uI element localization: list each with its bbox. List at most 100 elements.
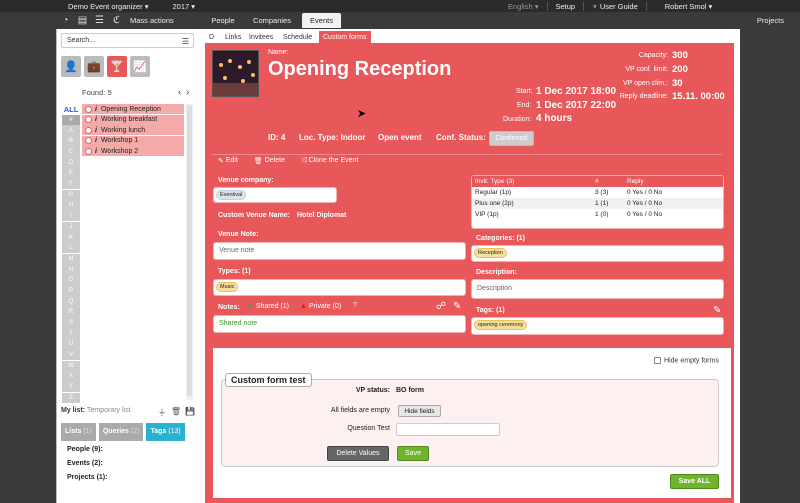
year-menu[interactable]: 2017 ▾ bbox=[164, 2, 203, 11]
sidebar-scrollbar[interactable] bbox=[186, 104, 193, 400]
list-item[interactable]: i Workshop 2 bbox=[82, 146, 184, 156]
delete-values-button[interactable]: Delete Values bbox=[327, 446, 389, 461]
letter-i[interactable]: I bbox=[62, 210, 80, 222]
hide-fields-button[interactable]: Hide fields bbox=[398, 405, 441, 417]
table-row[interactable]: Regular (1p) 3 (3) 0 Yes / 0 No bbox=[472, 187, 723, 198]
subtab-links[interactable]: Links bbox=[225, 31, 241, 43]
people-count[interactable]: People (9): bbox=[67, 446, 189, 453]
letter-t[interactable]: T bbox=[62, 328, 80, 339]
pie-chart-icon[interactable]: ◔ bbox=[60, 15, 71, 26]
hide-empty-forms-toggle[interactable]: Hide empty forms bbox=[654, 357, 719, 364]
tag-pill[interactable]: opening ceremony bbox=[474, 320, 528, 330]
letter-j[interactable]: J bbox=[62, 221, 80, 233]
subtab-invitees[interactable]: Invitees bbox=[249, 31, 273, 43]
venue-note-field[interactable]: Venue note bbox=[213, 242, 466, 260]
category-tag[interactable]: Reception bbox=[474, 248, 507, 258]
edit-tags-icon[interactable]: ✎ bbox=[713, 305, 721, 316]
projects-count[interactable]: Projects (1): bbox=[67, 474, 189, 481]
shared-notes-tab[interactable]: ▲ Shared (1) bbox=[247, 303, 289, 310]
letter-x[interactable]: X bbox=[62, 371, 80, 382]
save-icon[interactable]: 💾 bbox=[185, 407, 195, 416]
subtab-d[interactable]: D bbox=[209, 31, 214, 43]
events-filter-icon[interactable]: 🍸 bbox=[107, 56, 127, 77]
letter-b[interactable]: B bbox=[62, 136, 80, 147]
letter-l[interactable]: L bbox=[62, 242, 80, 254]
list-settings-icon[interactable]: ☰ bbox=[94, 15, 105, 26]
letter-k[interactable]: K bbox=[62, 232, 80, 243]
table-row[interactable]: Plus one (2p) 1 (1) 0 Yes / 0 No bbox=[472, 198, 723, 209]
search-input[interactable]: Search... ☰ bbox=[61, 33, 194, 48]
letter-n[interactable]: N bbox=[62, 264, 80, 275]
filter-icon[interactable]: ⏚ bbox=[158, 407, 166, 418]
letter-y[interactable]: Y bbox=[62, 381, 80, 393]
list-item[interactable]: i Workshop 1 bbox=[82, 135, 184, 146]
list-item[interactable]: i Opening Reception bbox=[82, 104, 184, 114]
tab-queries[interactable]: Queries (2) bbox=[98, 423, 144, 441]
list-item[interactable]: i Working lunch bbox=[82, 125, 184, 135]
conf-status-badge[interactable]: Confirmed bbox=[489, 131, 534, 146]
letter-v[interactable]: V bbox=[62, 349, 80, 361]
edit-button[interactable]: ✎ Edit bbox=[218, 157, 238, 165]
letter-u[interactable]: U bbox=[62, 339, 80, 350]
app-name-menu[interactable]: Demo Event organizer ▾ bbox=[60, 2, 156, 11]
letter-f[interactable]: F bbox=[62, 178, 80, 190]
types-field[interactable]: Music bbox=[213, 279, 466, 296]
letter-c[interactable]: C bbox=[62, 146, 80, 158]
prev-arrow-icon[interactable]: ‹ bbox=[178, 87, 181, 98]
letter-d[interactable]: D bbox=[62, 157, 80, 168]
tab-events[interactable]: Events bbox=[302, 13, 341, 28]
list-item[interactable]: i Working breakfast bbox=[82, 114, 184, 125]
table-row[interactable]: VIP (1p) 1 (0) 0 Yes / 0 No bbox=[472, 209, 723, 220]
letter-r[interactable]: R bbox=[62, 307, 80, 318]
companies-filter-icon[interactable]: 💼 bbox=[84, 56, 104, 77]
private-notes-tab[interactable]: ▲ Private (0) bbox=[300, 303, 341, 310]
stats-filter-icon[interactable]: 📈 bbox=[130, 56, 150, 77]
letter-hash[interactable]: # bbox=[62, 114, 80, 126]
letter-h[interactable]: H bbox=[62, 200, 80, 211]
letter-w[interactable]: W bbox=[62, 360, 80, 371]
letter-o[interactable]: O bbox=[62, 275, 80, 286]
edit-note-icon[interactable]: ✎ bbox=[453, 301, 461, 312]
subtab-custom-forms[interactable]: Custom forms bbox=[319, 31, 371, 43]
letter-z[interactable]: Z bbox=[62, 392, 80, 404]
save-button[interactable]: Save bbox=[397, 446, 429, 461]
letter-g[interactable]: G bbox=[62, 189, 80, 200]
next-arrow-icon[interactable]: › bbox=[186, 87, 189, 98]
help-icon[interactable]: ? bbox=[353, 302, 357, 309]
letter-q[interactable]: Q bbox=[62, 296, 80, 307]
tab-companies[interactable]: Companies bbox=[248, 13, 296, 28]
letter-a[interactable]: A bbox=[62, 125, 80, 136]
question-test-input[interactable] bbox=[396, 423, 500, 436]
tab-people[interactable]: People bbox=[205, 13, 241, 28]
setup-link[interactable]: Setup bbox=[548, 2, 584, 11]
save-all-button[interactable]: Save ALL bbox=[670, 474, 719, 489]
people-filter-icon[interactable]: 👤 bbox=[61, 56, 81, 77]
note-settings-icon[interactable]: ☍ bbox=[436, 301, 446, 312]
description-field[interactable]: Description bbox=[471, 279, 724, 299]
letter-all[interactable]: ALL bbox=[62, 104, 80, 115]
delete-button[interactable]: 🗑 Delete bbox=[254, 157, 285, 165]
letter-e[interactable]: E bbox=[62, 168, 80, 179]
letter-s[interactable]: S bbox=[62, 317, 80, 329]
language-menu[interactable]: English ▾ bbox=[500, 2, 546, 11]
stack-icon[interactable]: ▤ bbox=[77, 15, 88, 26]
projects-link[interactable]: Projects bbox=[757, 16, 784, 25]
type-tag[interactable]: Music bbox=[216, 282, 239, 292]
user-guide-link[interactable]: ♆ User Guide bbox=[584, 2, 646, 11]
venue-company-tag[interactable]: Eventival bbox=[216, 190, 247, 200]
tab-tags[interactable]: Tags (13) bbox=[146, 423, 185, 441]
letter-p[interactable]: P bbox=[62, 285, 80, 297]
tags-field[interactable]: opening ceremony bbox=[471, 317, 724, 335]
clone-button[interactable]: ⤨ Clone the Event bbox=[301, 157, 358, 165]
events-count[interactable]: Events (2): bbox=[67, 460, 189, 467]
checkbox[interactable] bbox=[654, 357, 661, 364]
letter-m[interactable]: M bbox=[62, 253, 80, 265]
subtab-schedule[interactable]: Schedule bbox=[283, 31, 312, 43]
mass-actions-link[interactable]: Mass actions bbox=[130, 16, 174, 25]
menu-icon[interactable]: ☰ bbox=[182, 37, 189, 46]
tab-lists[interactable]: Lists (1) bbox=[61, 423, 96, 441]
user-menu[interactable]: Robert Smol ▾ bbox=[657, 2, 721, 11]
scrollbar-thumb[interactable] bbox=[187, 106, 192, 396]
categories-field[interactable]: Reception bbox=[471, 245, 724, 262]
logo-icon[interactable]: ℭ bbox=[111, 15, 122, 26]
